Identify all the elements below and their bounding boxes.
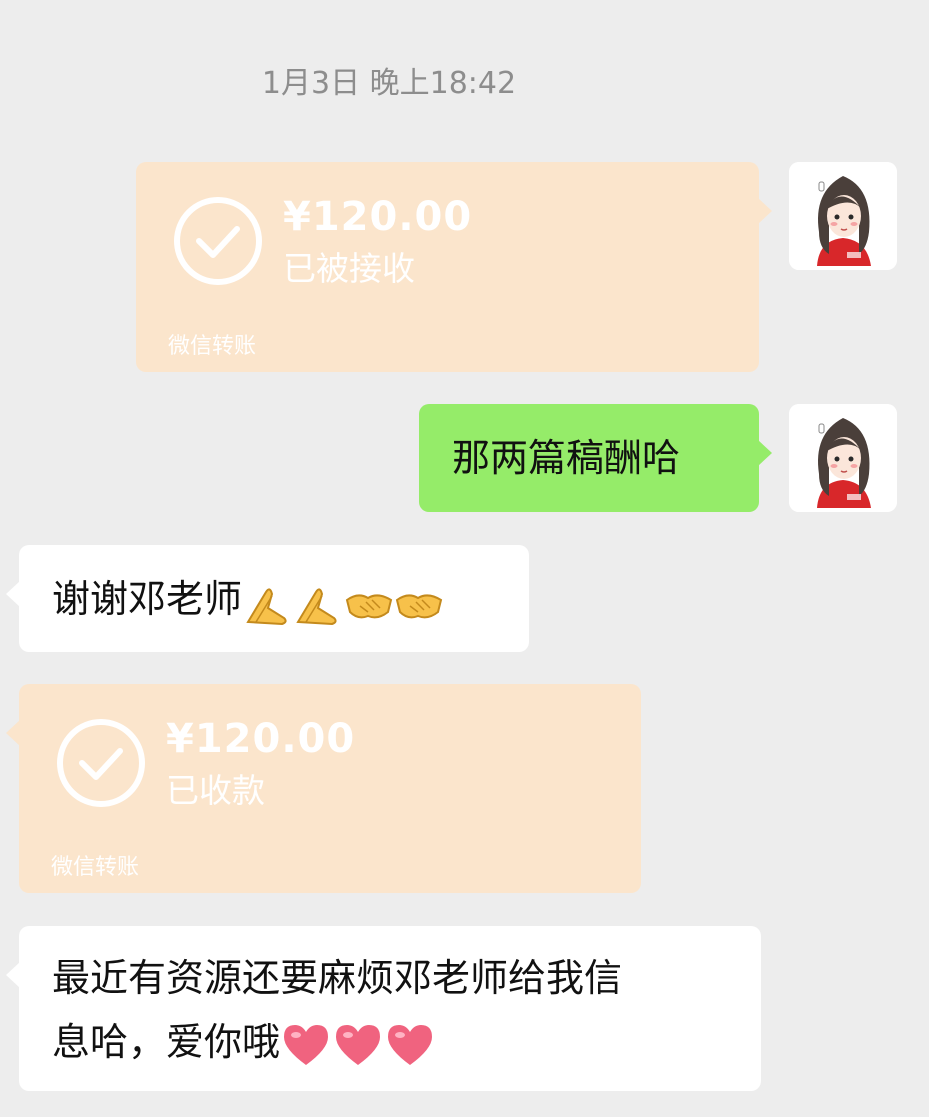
transfer-status: 已收款 — [166, 771, 265, 810]
heart-icon — [280, 1020, 332, 1065]
transfer-card-received[interactable]: ¥120.00 已收款 微信转账 — [6, 684, 641, 893]
transfer-amount: ¥120.00 — [166, 716, 356, 762]
girl-avatar-icon — [789, 404, 897, 512]
bubble-tail — [6, 581, 20, 607]
message-bubble-sent[interactable]: 那两篇稿酬哈 — [419, 404, 772, 512]
transfer-card-sent[interactable]: ¥120.00 已被接收 微信转账 — [136, 162, 772, 372]
message-text: 那两篇稿酬哈 — [452, 436, 681, 480]
transfer-label: 微信转账 — [168, 334, 257, 359]
message-text-line: 息哈，爱你哦 — [52, 1010, 761, 1074]
message-bubble-received[interactable]: 谢谢邓老师 — [6, 545, 529, 652]
heart-icon — [384, 1020, 436, 1065]
message-bubble-received[interactable]: 最近有资源还要麻烦邓老师给我信 息哈，爱你哦 — [6, 926, 761, 1091]
folded-hands-icon — [296, 588, 337, 626]
check-circle-icon — [172, 195, 264, 287]
folded-hands-icon — [246, 588, 287, 626]
heart-icon — [332, 1020, 384, 1065]
avatar[interactable] — [789, 162, 897, 270]
avatar[interactable] — [789, 404, 897, 512]
transfer-amount: ¥120.00 — [283, 194, 473, 240]
check-circle-icon — [55, 717, 147, 809]
transfer-status: 已被接收 — [283, 249, 415, 288]
message-text-line: 最近有资源还要麻烦邓老师给我信 — [52, 956, 623, 1000]
message-text: 谢谢邓老师 — [52, 577, 243, 621]
bubble-tail — [6, 720, 20, 746]
bubble-tail — [6, 962, 20, 988]
chat-timestamp: 1月3日 晚上18:42 — [261, 66, 517, 101]
girl-avatar-icon — [789, 162, 897, 270]
bubble-tail — [758, 198, 772, 224]
bubble-tail — [758, 440, 772, 466]
transfer-label: 微信转账 — [51, 855, 140, 880]
handshake-icon — [395, 594, 443, 619]
emoji-group — [244, 570, 444, 634]
handshake-icon — [345, 594, 393, 619]
